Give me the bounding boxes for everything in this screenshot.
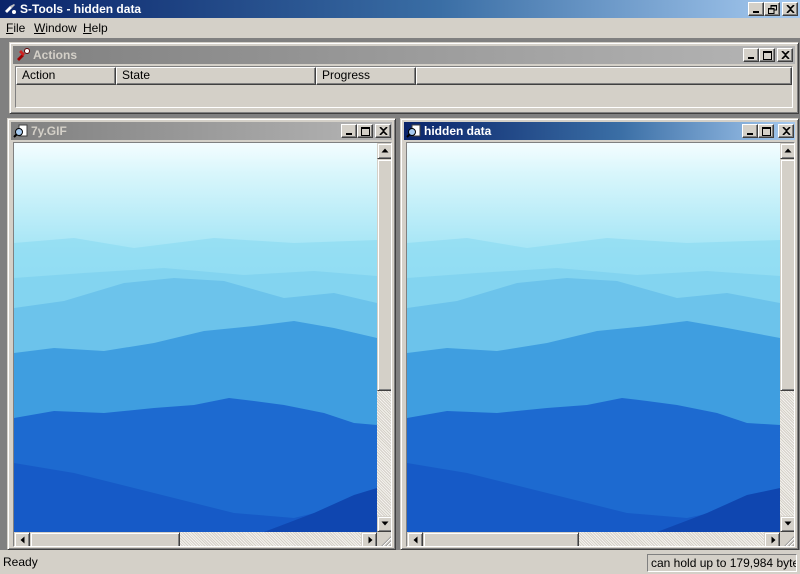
arrow-left-icon: [413, 536, 418, 544]
column-header-action[interactable]: Action: [16, 67, 116, 85]
magnifier-document-icon: [13, 124, 28, 138]
app-restore-button[interactable]: [764, 2, 780, 16]
column-header-filler: [416, 67, 792, 85]
menu-file[interactable]: File: [3, 21, 28, 35]
arrow-up-icon: [381, 148, 389, 153]
maximize-icon: [763, 51, 772, 60]
column-header-state[interactable]: State: [116, 67, 316, 85]
scroll-down-button[interactable]: [780, 516, 794, 532]
red-tools-icon: [17, 48, 30, 61]
scroll-right-button[interactable]: [361, 532, 377, 546]
arrow-down-icon: [784, 521, 792, 526]
minimize-icon: [346, 133, 352, 135]
hidden-vertical-scrollbar[interactable]: [780, 143, 794, 532]
original-maximize-button[interactable]: [357, 124, 373, 138]
minimize-icon: [753, 11, 759, 13]
arrow-right-icon: [771, 536, 776, 544]
size-grip[interactable]: [780, 532, 794, 546]
actions-window-title: Actions: [33, 48, 78, 62]
hidden-minimize-button[interactable]: [742, 124, 758, 138]
image-view-original[interactable]: [13, 142, 392, 547]
scroll-left-button[interactable]: [407, 532, 423, 546]
hidden-close-button[interactable]: [778, 124, 794, 138]
restore-icon: [768, 5, 777, 14]
original-vertical-scrollbar[interactable]: [377, 143, 391, 532]
scroll-right-button[interactable]: [764, 532, 780, 546]
app-title-bar[interactable]: S-Tools - hidden data: [0, 0, 800, 18]
scroll-down-button[interactable]: [377, 516, 391, 532]
close-icon: [379, 127, 388, 135]
horizontal-scroll-thumb[interactable]: [423, 532, 579, 546]
image-window-original[interactable]: 7y.GIF: [7, 118, 396, 550]
status-capacity: can hold up to 179,984 bytes: [647, 554, 797, 572]
size-grip[interactable]: [377, 532, 391, 546]
mountain-image: [14, 143, 377, 532]
scroll-left-button[interactable]: [14, 532, 30, 546]
minimize-icon: [748, 57, 754, 59]
scroll-up-button[interactable]: [780, 143, 794, 159]
image-window-hidden-caption[interactable]: hidden data: [404, 122, 795, 140]
vertical-scroll-thumb[interactable]: [377, 159, 391, 391]
resize-grip-icon: [784, 536, 794, 546]
image-window-hidden-title: hidden data: [424, 124, 492, 138]
app-close-button[interactable]: [782, 2, 798, 16]
menu-bar: File Window Help: [0, 18, 800, 38]
arrow-right-icon: [368, 536, 373, 544]
original-horizontal-scrollbar[interactable]: [14, 532, 377, 546]
image-window-original-caption[interactable]: 7y.GIF: [11, 122, 392, 140]
image-window-original-title: 7y.GIF: [31, 124, 67, 138]
image-window-hidden-data[interactable]: hidden data: [400, 118, 799, 550]
actions-close-button[interactable]: [777, 48, 793, 62]
close-icon: [782, 127, 791, 135]
app-minimize-button[interactable]: [748, 2, 764, 16]
original-close-button[interactable]: [375, 124, 391, 138]
arrow-up-icon: [784, 148, 792, 153]
actions-window-caption[interactable]: Actions: [13, 46, 795, 64]
arrow-down-icon: [381, 521, 389, 526]
original-minimize-button[interactable]: [341, 124, 357, 138]
mdi-client-area: Actions Action State Progress 7y.GIF hid…: [0, 38, 800, 550]
status-bar: Ready can hold up to 179,984 bytes: [0, 552, 800, 574]
app-title: S-Tools - hidden data: [20, 2, 142, 16]
arrow-left-icon: [20, 536, 25, 544]
menu-help[interactable]: Help: [80, 21, 111, 35]
horizontal-scroll-thumb[interactable]: [30, 532, 180, 546]
close-icon: [781, 51, 790, 59]
column-header-progress[interactable]: Progress: [316, 67, 416, 85]
actions-maximize-button[interactable]: [759, 48, 775, 62]
stools-app-icon: [5, 4, 16, 14]
scroll-up-button[interactable]: [377, 143, 391, 159]
menu-window[interactable]: Window: [31, 21, 80, 35]
vertical-scroll-thumb[interactable]: [780, 159, 794, 391]
close-icon: [786, 5, 795, 13]
resize-grip-icon: [381, 536, 391, 546]
actions-list[interactable]: Action State Progress: [15, 66, 793, 108]
hidden-horizontal-scrollbar[interactable]: [407, 532, 780, 546]
image-view-hidden-data[interactable]: [406, 142, 795, 547]
actions-window[interactable]: Actions Action State Progress: [9, 42, 799, 114]
maximize-icon: [762, 127, 771, 136]
maximize-icon: [361, 127, 370, 136]
actions-minimize-button[interactable]: [743, 48, 759, 62]
magnifier-document-icon: [406, 124, 421, 138]
mountain-image: [407, 143, 780, 532]
hidden-maximize-button[interactable]: [758, 124, 774, 138]
minimize-icon: [747, 133, 753, 135]
status-text: Ready: [3, 555, 38, 569]
